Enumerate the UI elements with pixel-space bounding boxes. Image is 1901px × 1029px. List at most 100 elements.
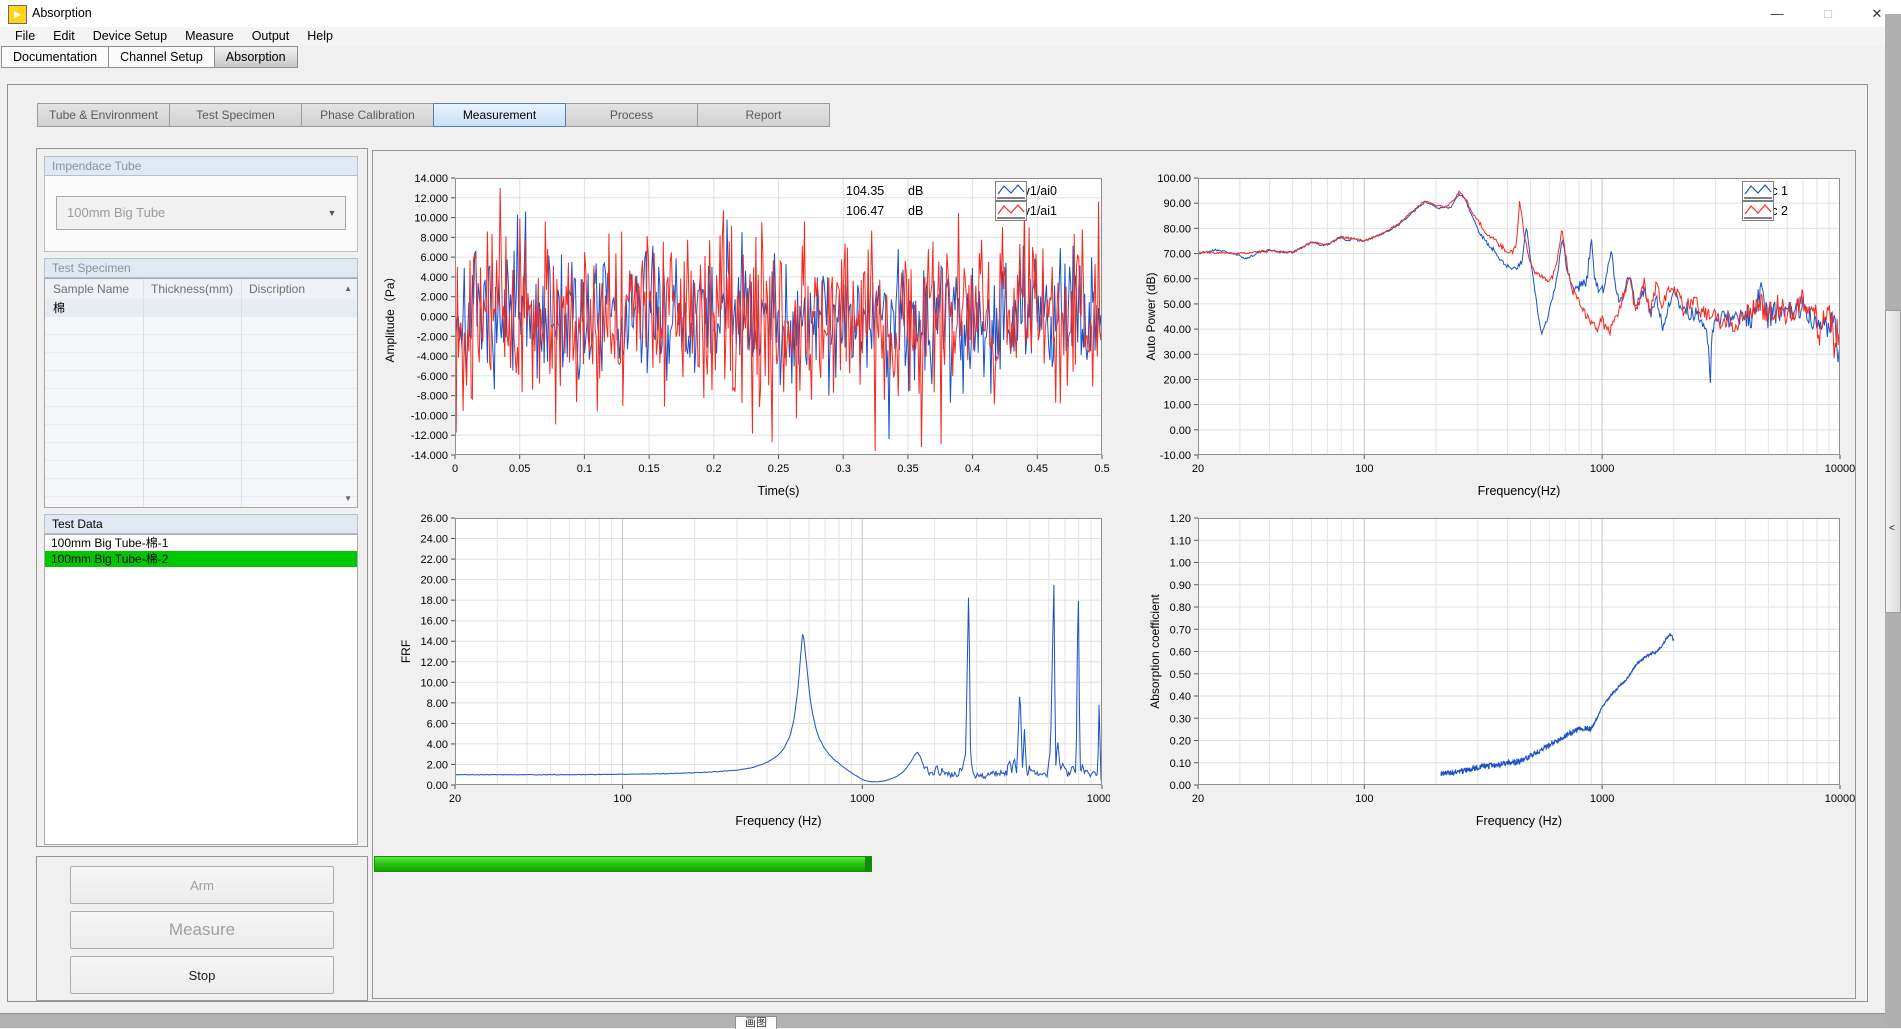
page-tabs: DocumentationChannel SetupAbsorption <box>2 46 298 67</box>
blue-waveform-icon <box>995 181 1027 201</box>
svg-text:10000: 10000 <box>1825 463 1856 475</box>
svg-text:-12.000: -12.000 <box>411 430 448 442</box>
svg-text:-14.000: -14.000 <box>411 450 448 462</box>
menu-item-edit[interactable]: Edit <box>44 27 84 46</box>
svg-text:0.50: 0.50 <box>1170 669 1191 681</box>
svg-text:1.10: 1.10 <box>1170 535 1191 547</box>
legend-item-dev1-ai1[interactable]: Dev1/ai1 <box>995 201 1065 221</box>
cell-sample-name: 棉 <box>45 299 143 317</box>
test-specimen-table[interactable]: Sample NameThickness(mm)Discription 棉 ▲ … <box>44 278 358 508</box>
impedance-tube-selected: 100mm Big Tube <box>67 197 165 229</box>
svg-text:10.000: 10.000 <box>414 213 448 225</box>
test-data-item[interactable]: 100mm Big Tube-棉-2 <box>45 551 357 567</box>
table-empty-rows <box>45 317 357 508</box>
svg-text:Auto Power (dB): Auto Power (dB) <box>1144 272 1158 360</box>
test-specimen-table-head: Sample NameThickness(mm)Discription <box>45 279 357 299</box>
table-row[interactable]: 棉 <box>45 299 357 317</box>
svg-text:16.00: 16.00 <box>420 616 448 628</box>
stop-button[interactable]: Stop <box>70 956 334 994</box>
svg-text:40.00: 40.00 <box>1163 324 1191 336</box>
page-tab-documentation[interactable]: Documentation <box>1 46 109 68</box>
svg-text:1.00: 1.00 <box>1170 558 1191 570</box>
svg-text:Absorption coefficient: Absorption coefficient <box>1148 594 1162 709</box>
svg-text:0.4: 0.4 <box>965 463 980 475</box>
channel-level-readout: 104.35 dB <box>846 181 923 201</box>
column-header-sample-name: Sample Name <box>45 279 143 299</box>
test-data-item[interactable]: 100mm Big Tube-棉-1 <box>45 535 357 551</box>
measure-button[interactable]: Measure <box>70 911 334 949</box>
svg-text:70.00: 70.00 <box>1163 249 1191 261</box>
impedance-tube-header: Impendace Tube <box>44 156 358 176</box>
svg-text:0.05: 0.05 <box>509 463 530 475</box>
section-tabs: Tube & EnvironmentTest SpecimenPhase Cal… <box>38 103 830 127</box>
level-unit: dB <box>908 184 923 198</box>
title-bar: ▶ Absorption — □ ✕ <box>0 0 1901 28</box>
level-value: 104.35 <box>846 184 892 198</box>
page-tab-channel-setup[interactable]: Channel Setup <box>108 46 215 68</box>
maximize-button[interactable]: □ <box>1805 0 1851 27</box>
svg-text:14.000: 14.000 <box>414 173 448 185</box>
svg-text:0.20: 0.20 <box>1170 736 1191 748</box>
blue-waveform-icon <box>1742 181 1774 201</box>
scrollbar-thumb[interactable]: < <box>1885 310 1901 613</box>
menu-item-file[interactable]: File <box>6 27 44 46</box>
level-value: 106.47 <box>846 204 892 218</box>
svg-text:0.80: 0.80 <box>1170 602 1191 614</box>
svg-text:10000: 10000 <box>1825 793 1856 805</box>
legend-item-mic-2[interactable]: Mic 2 <box>1742 201 1796 221</box>
svg-text:22.00: 22.00 <box>420 554 448 566</box>
menu-item-device-setup[interactable]: Device Setup <box>84 27 176 46</box>
svg-text:0.5: 0.5 <box>1094 463 1109 475</box>
legend-item-dev1-ai0[interactable]: Dev1/ai0 <box>995 181 1065 201</box>
page-tab-absorption[interactable]: Absorption <box>214 46 298 68</box>
svg-text:2.00: 2.00 <box>427 759 448 771</box>
svg-text:1000: 1000 <box>850 793 874 805</box>
svg-text:6.00: 6.00 <box>427 718 448 730</box>
svg-text:1000: 1000 <box>1590 793 1614 805</box>
svg-text:100.00: 100.00 <box>1157 173 1191 185</box>
svg-text:4.00: 4.00 <box>427 739 448 751</box>
svg-text:20: 20 <box>449 793 461 805</box>
bottom-strip <box>0 1014 1901 1028</box>
svg-text:-8.000: -8.000 <box>417 391 448 403</box>
svg-text:Amplitude（Pa）: Amplitude（Pa） <box>383 270 397 362</box>
column-header-discription: Discription <box>241 279 327 299</box>
svg-text:100: 100 <box>1355 463 1373 475</box>
impedance-tube-dropdown[interactable]: 100mm Big Tube ▼ <box>56 196 346 230</box>
arm-button[interactable]: Arm <box>70 866 334 904</box>
svg-text:0.25: 0.25 <box>768 463 789 475</box>
app-icon: ▶ <box>8 5 27 24</box>
level-unit: dB <box>908 204 923 218</box>
section-tab-process[interactable]: Process <box>565 103 698 127</box>
chevron-down-icon[interactable]: ▼ <box>319 197 345 229</box>
svg-text:0.000: 0.000 <box>420 312 448 324</box>
section-tab-phase-calibration[interactable]: Phase Calibration <box>301 103 434 127</box>
bottom-partial-tab[interactable]: 画图 <box>735 1016 777 1029</box>
svg-text:50.00: 50.00 <box>1163 299 1191 311</box>
play-icon: ▶ <box>14 10 21 19</box>
section-tab-test-specimen[interactable]: Test Specimen <box>169 103 302 127</box>
svg-text:0.00: 0.00 <box>427 780 448 792</box>
table-scroll-up-icon[interactable]: ▲ <box>344 284 352 293</box>
svg-text:10.00: 10.00 <box>1163 400 1191 412</box>
svg-text:0.2: 0.2 <box>706 463 721 475</box>
svg-text:10000: 10000 <box>1087 793 1110 805</box>
collapse-left-icon[interactable]: < <box>1889 523 1895 534</box>
menu-item-help[interactable]: Help <box>298 27 342 46</box>
section-tab-report[interactable]: Report <box>697 103 830 127</box>
svg-text:0.00: 0.00 <box>1170 425 1191 437</box>
section-tab-measurement[interactable]: Measurement <box>433 103 566 127</box>
menu-item-output[interactable]: Output <box>243 27 299 46</box>
test-data-list[interactable]: 100mm Big Tube-棉-1100mm Big Tube-棉-2 <box>44 534 358 845</box>
svg-text:24.00: 24.00 <box>420 534 448 546</box>
test-data-header: Test Data <box>44 514 358 534</box>
menu-item-measure[interactable]: Measure <box>176 27 243 46</box>
svg-text:20: 20 <box>1192 463 1204 475</box>
section-tab-tube-environment[interactable]: Tube & Environment <box>37 103 170 127</box>
minimize-button[interactable]: — <box>1754 0 1800 27</box>
table-scroll-down-icon[interactable]: ▼ <box>344 494 352 503</box>
svg-text:90.00: 90.00 <box>1163 198 1191 210</box>
measurement-progress-bar <box>374 856 872 872</box>
legend-item-mic-1[interactable]: Mic 1 <box>1742 181 1796 201</box>
column-header-thickness-mm: Thickness(mm) <box>143 279 241 299</box>
